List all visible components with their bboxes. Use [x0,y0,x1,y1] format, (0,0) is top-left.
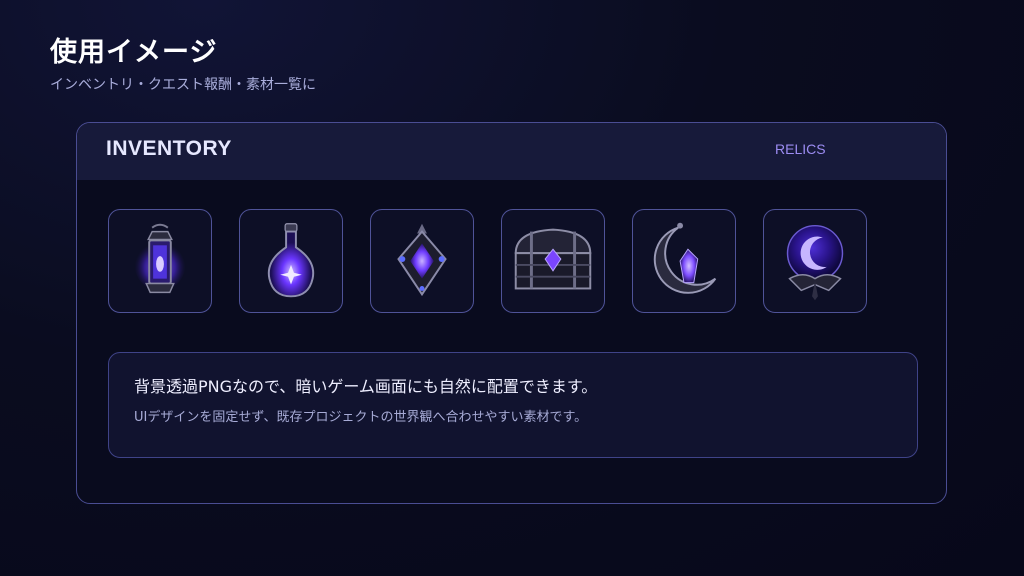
inventory-slot-5[interactable] [632,209,736,313]
info-text-primary: 背景透過PNGなので、暗いゲーム画面にも自然に配置できます。 [134,377,598,396]
inventory-slot-6[interactable] [763,209,867,313]
inventory-slot-1[interactable] [108,209,212,313]
tab-relics[interactable]: RELICS [775,141,826,157]
inventory-panel: INVENTORY RELICS 背景透過PNGなので、暗いゲーム画面にも自然に… [76,122,947,504]
inventory-header: INVENTORY RELICS [77,123,946,180]
potion-icon [267,223,315,298]
page-title: 使用イメージ [50,37,218,68]
treasure-chest-icon [514,228,592,290]
info-box: 背景透過PNGなので、暗いゲーム画面にも自然に配置できます。 UIデザインを固定… [108,352,918,458]
inventory-slot-4[interactable] [501,209,605,313]
page-subtitle: インベントリ・クエスト報酬・素材一覧に [50,77,316,93]
inventory-slot-2[interactable] [239,209,343,313]
crystal-orb-icon [786,224,844,301]
crescent-moon-icon [653,222,717,294]
inventory-title: INVENTORY [106,137,232,160]
lantern-icon [134,223,186,294]
inventory-slot-3[interactable] [370,209,474,313]
amulet-icon [397,223,447,297]
info-text-secondary: UIデザインを固定せず、既存プロジェクトの世界観へ合わせやすい素材です。 [134,410,588,425]
